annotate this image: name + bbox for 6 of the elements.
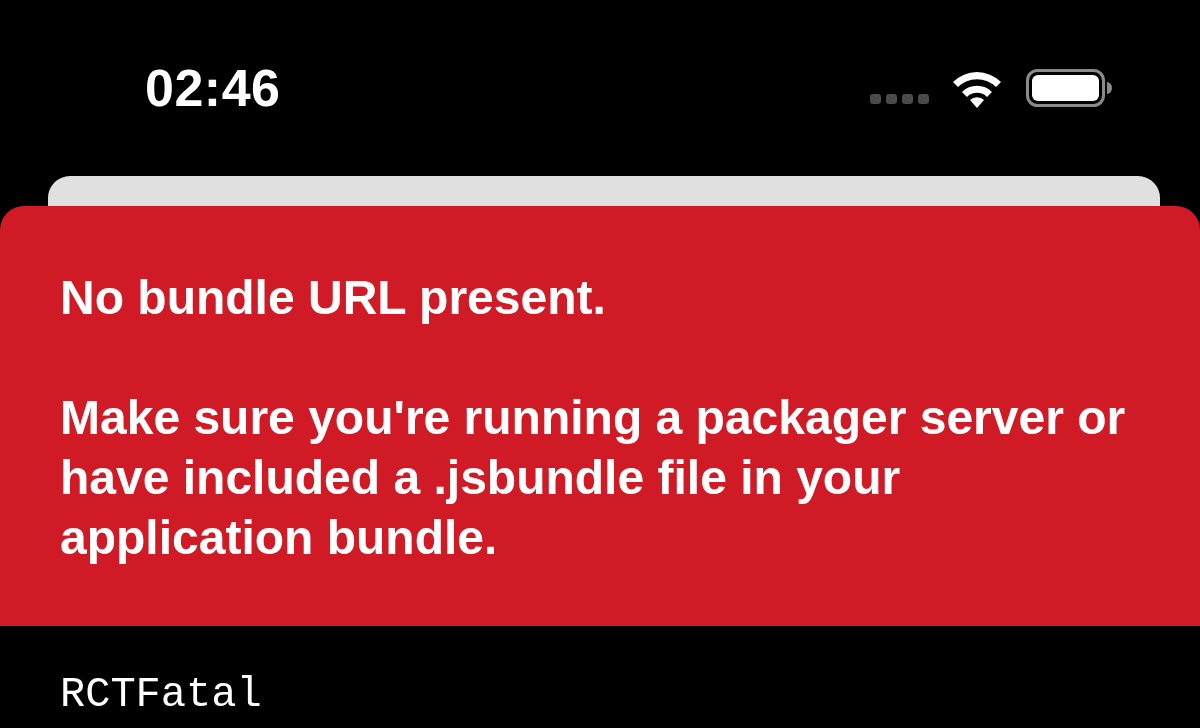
error-title: No bundle URL present. bbox=[60, 270, 607, 326]
signal-dots-icon bbox=[870, 94, 930, 104]
time-text: 02:46 bbox=[145, 62, 281, 114]
battery-icon bbox=[1026, 69, 1112, 107]
stack-frame: RCTFatal bbox=[60, 671, 1200, 719]
error-message: Make sure you're running a packager server or have included a .jsbundle file in your application bundle. bbox=[60, 390, 1127, 566]
